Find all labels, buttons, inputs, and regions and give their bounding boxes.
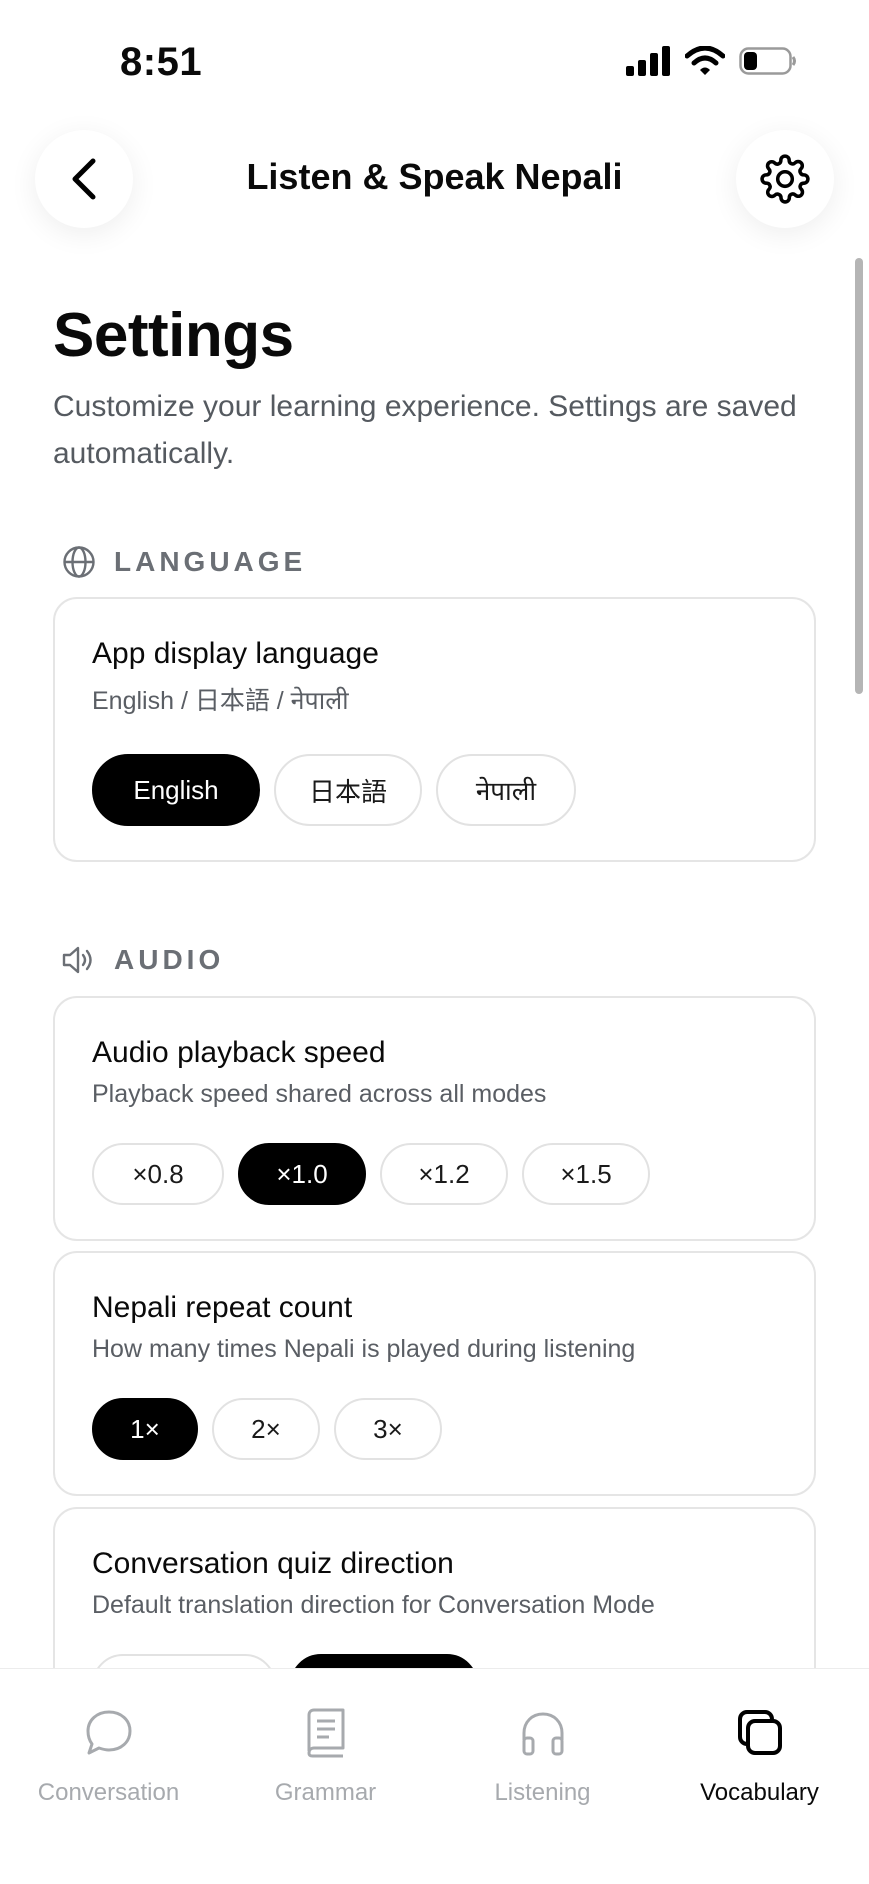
globe-icon — [63, 546, 95, 578]
card-description: How many times Nepali is played during l… — [92, 1335, 636, 1363]
speed-option-1-2[interactable]: ×1.2 — [380, 1143, 508, 1205]
section-header-language: LANGUAGE — [62, 545, 306, 579]
headphones-icon — [522, 1712, 563, 1756]
book-icon — [307, 1708, 344, 1758]
card-repeat-count: Nepali repeat count How many times Nepal… — [53, 1251, 816, 1496]
section-header-audio: AUDIO — [62, 944, 224, 976]
repeat-option-3[interactable]: 3× — [334, 1398, 442, 1460]
quiz-direction-option-selected[interactable] — [290, 1654, 478, 1668]
quiz-direction-option[interactable] — [92, 1654, 276, 1668]
speed-option-0-8[interactable]: ×0.8 — [92, 1143, 224, 1205]
tab-listening[interactable]: Listening — [434, 1705, 651, 1807]
language-option-japanese[interactable]: 日本語 — [274, 754, 422, 826]
settings-button[interactable] — [736, 130, 834, 228]
settings-content: Settings Customize your learning experie… — [0, 0, 869, 1668]
gear-icon — [760, 154, 810, 204]
bottom-tab-bar: Conversation Grammar Listening Vocabular… — [0, 1668, 869, 1884]
tab-vocabulary[interactable]: Vocabulary — [651, 1705, 868, 1807]
page-title: Settings — [53, 301, 294, 370]
tab-grammar[interactable]: Grammar — [217, 1705, 434, 1807]
card-display-language: App display language English / 日本語 / नेप… — [53, 597, 816, 862]
tab-label: Listening — [494, 1779, 591, 1806]
language-option-english[interactable]: English — [92, 754, 260, 826]
card-title: Nepali repeat count — [92, 1291, 353, 1324]
card-title: Audio playback speed — [92, 1036, 386, 1069]
section-label-audio: AUDIO — [114, 944, 225, 975]
repeat-count-options: 1× 2× 3× — [92, 1398, 442, 1460]
tab-conversation[interactable]: Conversation — [0, 1705, 217, 1807]
tab-label: Conversation — [37, 1779, 180, 1806]
language-option-nepali[interactable]: नेपाली — [436, 754, 576, 826]
scrollbar[interactable] — [855, 258, 863, 694]
card-description: English / 日本語 / नेपाली — [92, 687, 349, 715]
speaker-icon — [62, 946, 92, 974]
card-description: Default translation direction for Conver… — [92, 1591, 655, 1619]
section-label-language: LANGUAGE — [114, 546, 307, 577]
card-playback-speed: Audio playback speed Playback speed shar… — [53, 996, 816, 1241]
speed-option-1-0[interactable]: ×1.0 — [238, 1143, 366, 1205]
display-language-options: English 日本語 नेपाली — [92, 754, 576, 826]
top-navigation: Listen & Speak Nepali — [0, 130, 869, 230]
speed-option-1-5[interactable]: ×1.5 — [522, 1143, 650, 1205]
playback-speed-options: ×0.8 ×1.0 ×1.2 ×1.5 — [92, 1143, 650, 1205]
card-title: Conversation quiz direction — [92, 1547, 454, 1580]
cards-stack-icon — [737, 1710, 782, 1755]
chat-bubble-icon — [86, 1710, 131, 1755]
repeat-option-2[interactable]: 2× — [212, 1398, 320, 1460]
card-description: Playback speed shared across all modes — [92, 1080, 547, 1108]
card-title: App display language — [92, 637, 379, 670]
repeat-option-1[interactable]: 1× — [92, 1398, 198, 1460]
tab-label: Grammar — [274, 1779, 377, 1806]
quiz-direction-options — [92, 1654, 478, 1668]
card-quiz-direction: Conversation quiz direction Default tran… — [53, 1507, 816, 1668]
page-subtitle: Customize your learning experience. Sett… — [53, 390, 797, 470]
tab-label: Vocabulary — [700, 1779, 819, 1806]
